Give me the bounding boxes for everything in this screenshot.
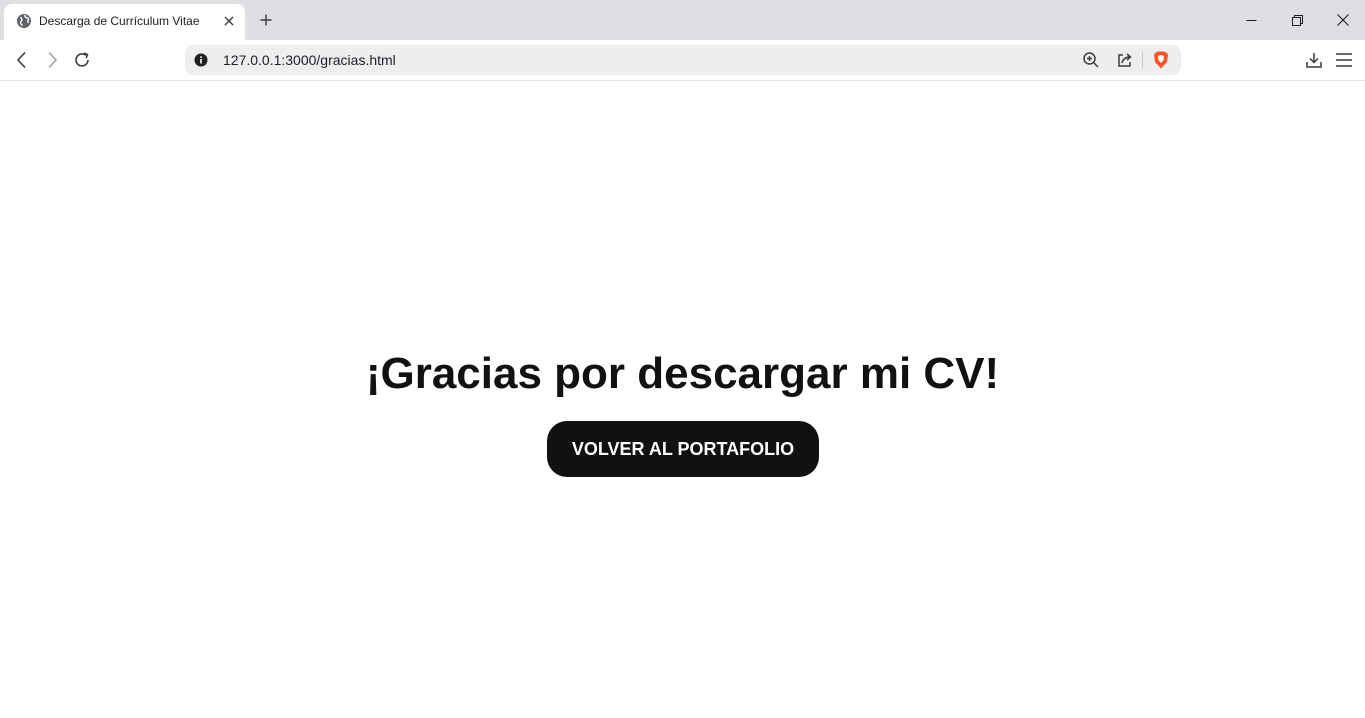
address-bar[interactable]: 127.0.0.1:3000/gracias.html: [185, 45, 1181, 75]
close-icon[interactable]: [220, 12, 238, 30]
brave-shield-icon[interactable]: [1151, 50, 1171, 70]
download-icon[interactable]: [1301, 48, 1327, 72]
globe-icon: [16, 13, 32, 29]
tab-strip: Descarga de Currículum Vitae: [0, 0, 1365, 40]
restore-icon[interactable]: [1274, 0, 1320, 40]
close-icon[interactable]: [1320, 0, 1365, 40]
minimize-icon[interactable]: [1228, 0, 1274, 40]
share-icon[interactable]: [1115, 50, 1135, 70]
divider: [1142, 52, 1143, 68]
back-icon[interactable]: [9, 48, 35, 72]
zoom-icon[interactable]: [1081, 50, 1101, 70]
page-title: ¡Gracias por descargar mi CV!: [365, 349, 1000, 398]
page-content: ¡Gracias por descargar mi CV! VOLVER AL …: [0, 81, 1365, 718]
reload-icon[interactable]: [69, 48, 95, 72]
forward-icon[interactable]: [39, 48, 65, 72]
menu-icon[interactable]: [1331, 48, 1357, 72]
plus-icon[interactable]: [255, 9, 277, 31]
info-icon[interactable]: [194, 53, 208, 67]
tab-title: Descarga de Currículum Vitae: [39, 14, 200, 28]
url-text[interactable]: 127.0.0.1:3000/gracias.html: [223, 52, 396, 68]
browser-toolbar: 127.0.0.1:3000/gracias.html: [0, 40, 1365, 81]
browser-tab[interactable]: Descarga de Currículum Vitae: [4, 4, 245, 40]
back-to-portfolio-button[interactable]: VOLVER AL PORTAFOLIO: [547, 421, 819, 477]
